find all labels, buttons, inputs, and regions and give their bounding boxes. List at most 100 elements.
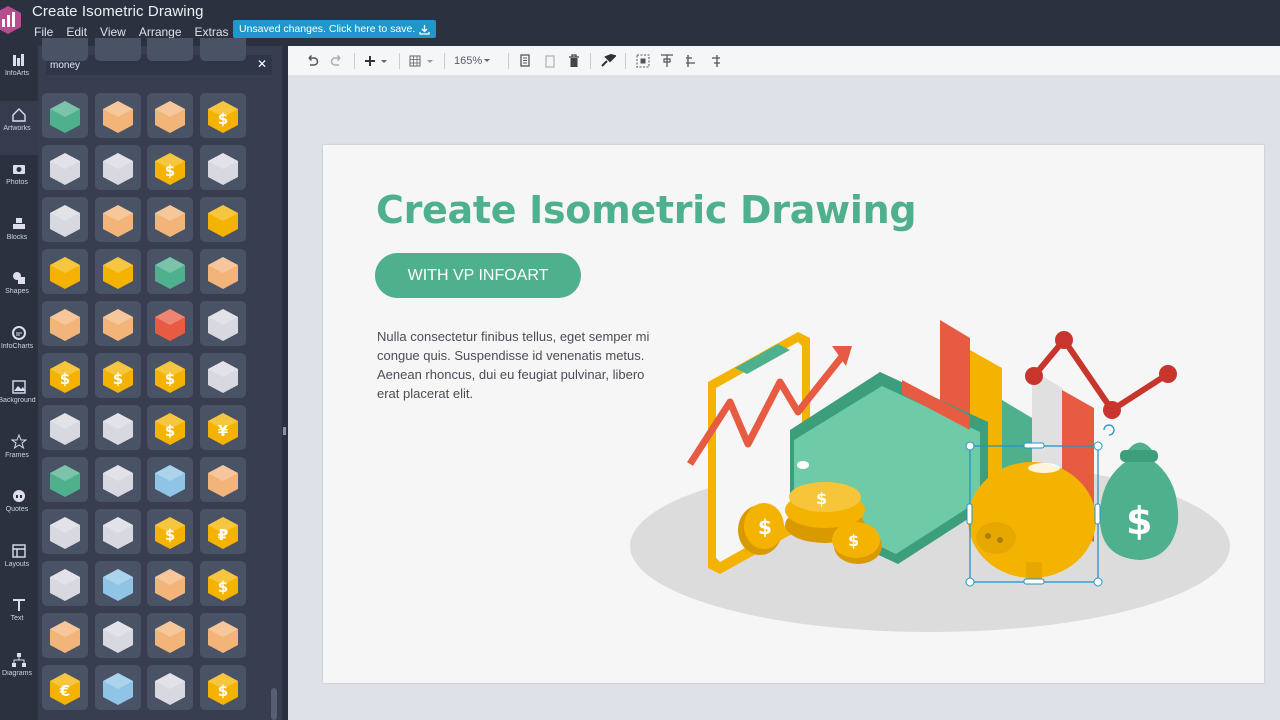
- money-bag-icon: $: [155, 516, 185, 549]
- shelf-tall-icon: [50, 412, 80, 445]
- tool-layouts[interactable]: Layouts: [0, 537, 38, 591]
- svg-text:$: $: [1126, 499, 1152, 543]
- artwork-tile-rack[interactable]: [42, 197, 88, 242]
- artwork-tile-yen-sign[interactable]: ¥: [199, 405, 246, 450]
- tool-blocks[interactable]: Blocks: [0, 210, 38, 264]
- artwork-tile-shelf[interactable]: [147, 665, 193, 710]
- scale-icon: [102, 516, 133, 549]
- artwork-tile-pallet[interactable]: [147, 613, 193, 658]
- tool-text[interactable]: Text: [0, 591, 38, 645]
- delete-icon[interactable]: [568, 52, 580, 70]
- artwork-tile-cash-stack[interactable]: [42, 93, 88, 138]
- artwork-tile-pallet[interactable]: [147, 197, 193, 242]
- distribute-vertical-icon[interactable]: [709, 52, 723, 70]
- artwork-tile[interactable]: [147, 38, 193, 61]
- artwork-tile-dollar-coin[interactable]: $: [94, 353, 141, 398]
- artwork-tile-shelf-tall[interactable]: [42, 405, 88, 450]
- artwork-tile-boxes[interactable]: [199, 249, 246, 294]
- tool-frames[interactable]: Frames: [0, 428, 38, 482]
- isometric-finance-illustration[interactable]: $ $ $ $: [620, 310, 1240, 640]
- tool-quotes[interactable]: Quotes: [0, 482, 38, 536]
- tool-label: Frames: [5, 451, 29, 459]
- artwork-tile-coin-stack-hand[interactable]: $: [147, 405, 193, 450]
- artwork-tile-coin-stack[interactable]: $: [199, 665, 246, 710]
- artwork-tile-shelf[interactable]: [42, 145, 88, 190]
- add-icon[interactable]: [364, 52, 388, 70]
- artwork-tile-ruble-sign[interactable]: ₽: [199, 509, 246, 554]
- artwork-tile-box-stack[interactable]: [42, 613, 88, 658]
- artwork-tile-wood-pallet[interactable]: [94, 197, 141, 242]
- tool-background[interactable]: Background: [0, 373, 38, 427]
- artwork-tile-rack-long[interactable]: [199, 301, 246, 346]
- menu-extras[interactable]: Extras: [195, 25, 229, 39]
- undo-icon[interactable]: [305, 52, 319, 70]
- artwork-tile-scale-box[interactable]: [94, 457, 141, 502]
- menu-view[interactable]: View: [100, 25, 126, 39]
- artwork-tile-coin-pile[interactable]: $: [147, 353, 193, 398]
- artwork-tile-wallet-green[interactable]: [42, 457, 88, 502]
- artwork-tile[interactable]: [42, 38, 88, 61]
- redo-icon[interactable]: [330, 52, 344, 70]
- artwork-tile-grid-shelf[interactable]: [199, 145, 246, 190]
- artwork-tile-piggy-bank[interactable]: [94, 249, 141, 294]
- artwork-tile[interactable]: [94, 38, 141, 61]
- artwork-tile-scale[interactable]: [94, 509, 141, 554]
- artwork-tile[interactable]: [199, 38, 246, 61]
- artwork-tile-box-stack[interactable]: [94, 301, 141, 346]
- artwork-tile-tall-rack[interactable]: [42, 561, 88, 606]
- artwork-tile-box-row[interactable]: [199, 457, 246, 502]
- artwork-tile-shelf-boxes[interactable]: [94, 405, 141, 450]
- artwork-tile-euro-sign[interactable]: €: [42, 665, 88, 710]
- tool-infocharts[interactable]: InfoCharts: [0, 319, 38, 373]
- artwork-tile-gold-bars[interactable]: [199, 197, 246, 242]
- page-headline[interactable]: Create Isometric Drawing: [376, 188, 917, 232]
- blocks-icon: [13, 217, 25, 229]
- panel-scrollbar[interactable]: [271, 688, 277, 720]
- menu-file[interactable]: File: [34, 25, 53, 39]
- paste-icon[interactable]: [544, 52, 556, 70]
- tool-photos[interactable]: Photos: [0, 155, 38, 209]
- artwork-tile-dollar-sign[interactable]: $: [199, 93, 246, 138]
- artwork-tile-credit-cards[interactable]: [147, 301, 193, 346]
- coin-tower-icon: $: [207, 568, 238, 601]
- artwork-tile-coin[interactable]: $: [42, 353, 88, 398]
- artwork-tile-crate[interactable]: [42, 301, 88, 346]
- tool-diagrams[interactable]: Diagrams: [0, 646, 38, 700]
- artwork-tile-wallet[interactable]: [147, 249, 193, 294]
- table-icon[interactable]: [409, 52, 435, 70]
- distribute-icon[interactable]: [684, 52, 698, 70]
- artwork-tile-gold-bricks[interactable]: [42, 249, 88, 294]
- artwork-tile-coin-stack[interactable]: $: [147, 145, 193, 190]
- close-icon[interactable]: ✕: [255, 56, 269, 72]
- artwork-tile-rack-grid[interactable]: [199, 353, 246, 398]
- tool-shapes[interactable]: Shapes: [0, 264, 38, 318]
- splitter-handle[interactable]: [283, 427, 286, 435]
- artwork-tile-airplane[interactable]: [94, 561, 141, 606]
- select-icon[interactable]: [636, 52, 650, 70]
- editor-toolbar: 165%: [288, 46, 1280, 76]
- menu-edit[interactable]: Edit: [66, 25, 87, 39]
- subtitle-pill[interactable]: WITH VP INFOART: [375, 253, 581, 298]
- artwork-tile-shelf-boxes[interactable]: [94, 145, 141, 190]
- artwork-tile-bus[interactable]: [94, 665, 141, 710]
- artwork-tile-pallet[interactable]: [94, 93, 141, 138]
- artwork-tile-money-bag[interactable]: $: [147, 509, 193, 554]
- tool-artworks[interactable]: Artworks: [0, 100, 38, 155]
- menu-arrange[interactable]: Arrange: [139, 25, 182, 39]
- artwork-tile-airplane[interactable]: [147, 457, 193, 502]
- artwork-tile-rack-boxes[interactable]: [94, 613, 141, 658]
- copy-icon[interactable]: [519, 52, 531, 70]
- artwork-tile-box-pile[interactable]: [147, 561, 193, 606]
- zoom-select[interactable]: 165%: [454, 52, 492, 70]
- coin-stack-hand-icon: $: [155, 412, 185, 445]
- tool-infoarts[interactable]: InfoArts: [0, 46, 38, 100]
- align-icon[interactable]: [660, 52, 674, 70]
- artwork-tile-boxes[interactable]: [199, 613, 246, 658]
- unsaved-changes-button[interactable]: Unsaved changes. Click here to save.: [233, 20, 437, 38]
- tool-label: Layouts: [4, 560, 30, 568]
- artwork-tile-cabinet[interactable]: [42, 509, 88, 554]
- unsaved-label: Unsaved changes. Click here to save.: [239, 23, 416, 35]
- artwork-tile-pallet-stack[interactable]: [147, 93, 193, 138]
- format-icon[interactable]: [600, 52, 616, 70]
- artwork-tile-coin-tower[interactable]: $: [199, 561, 246, 606]
